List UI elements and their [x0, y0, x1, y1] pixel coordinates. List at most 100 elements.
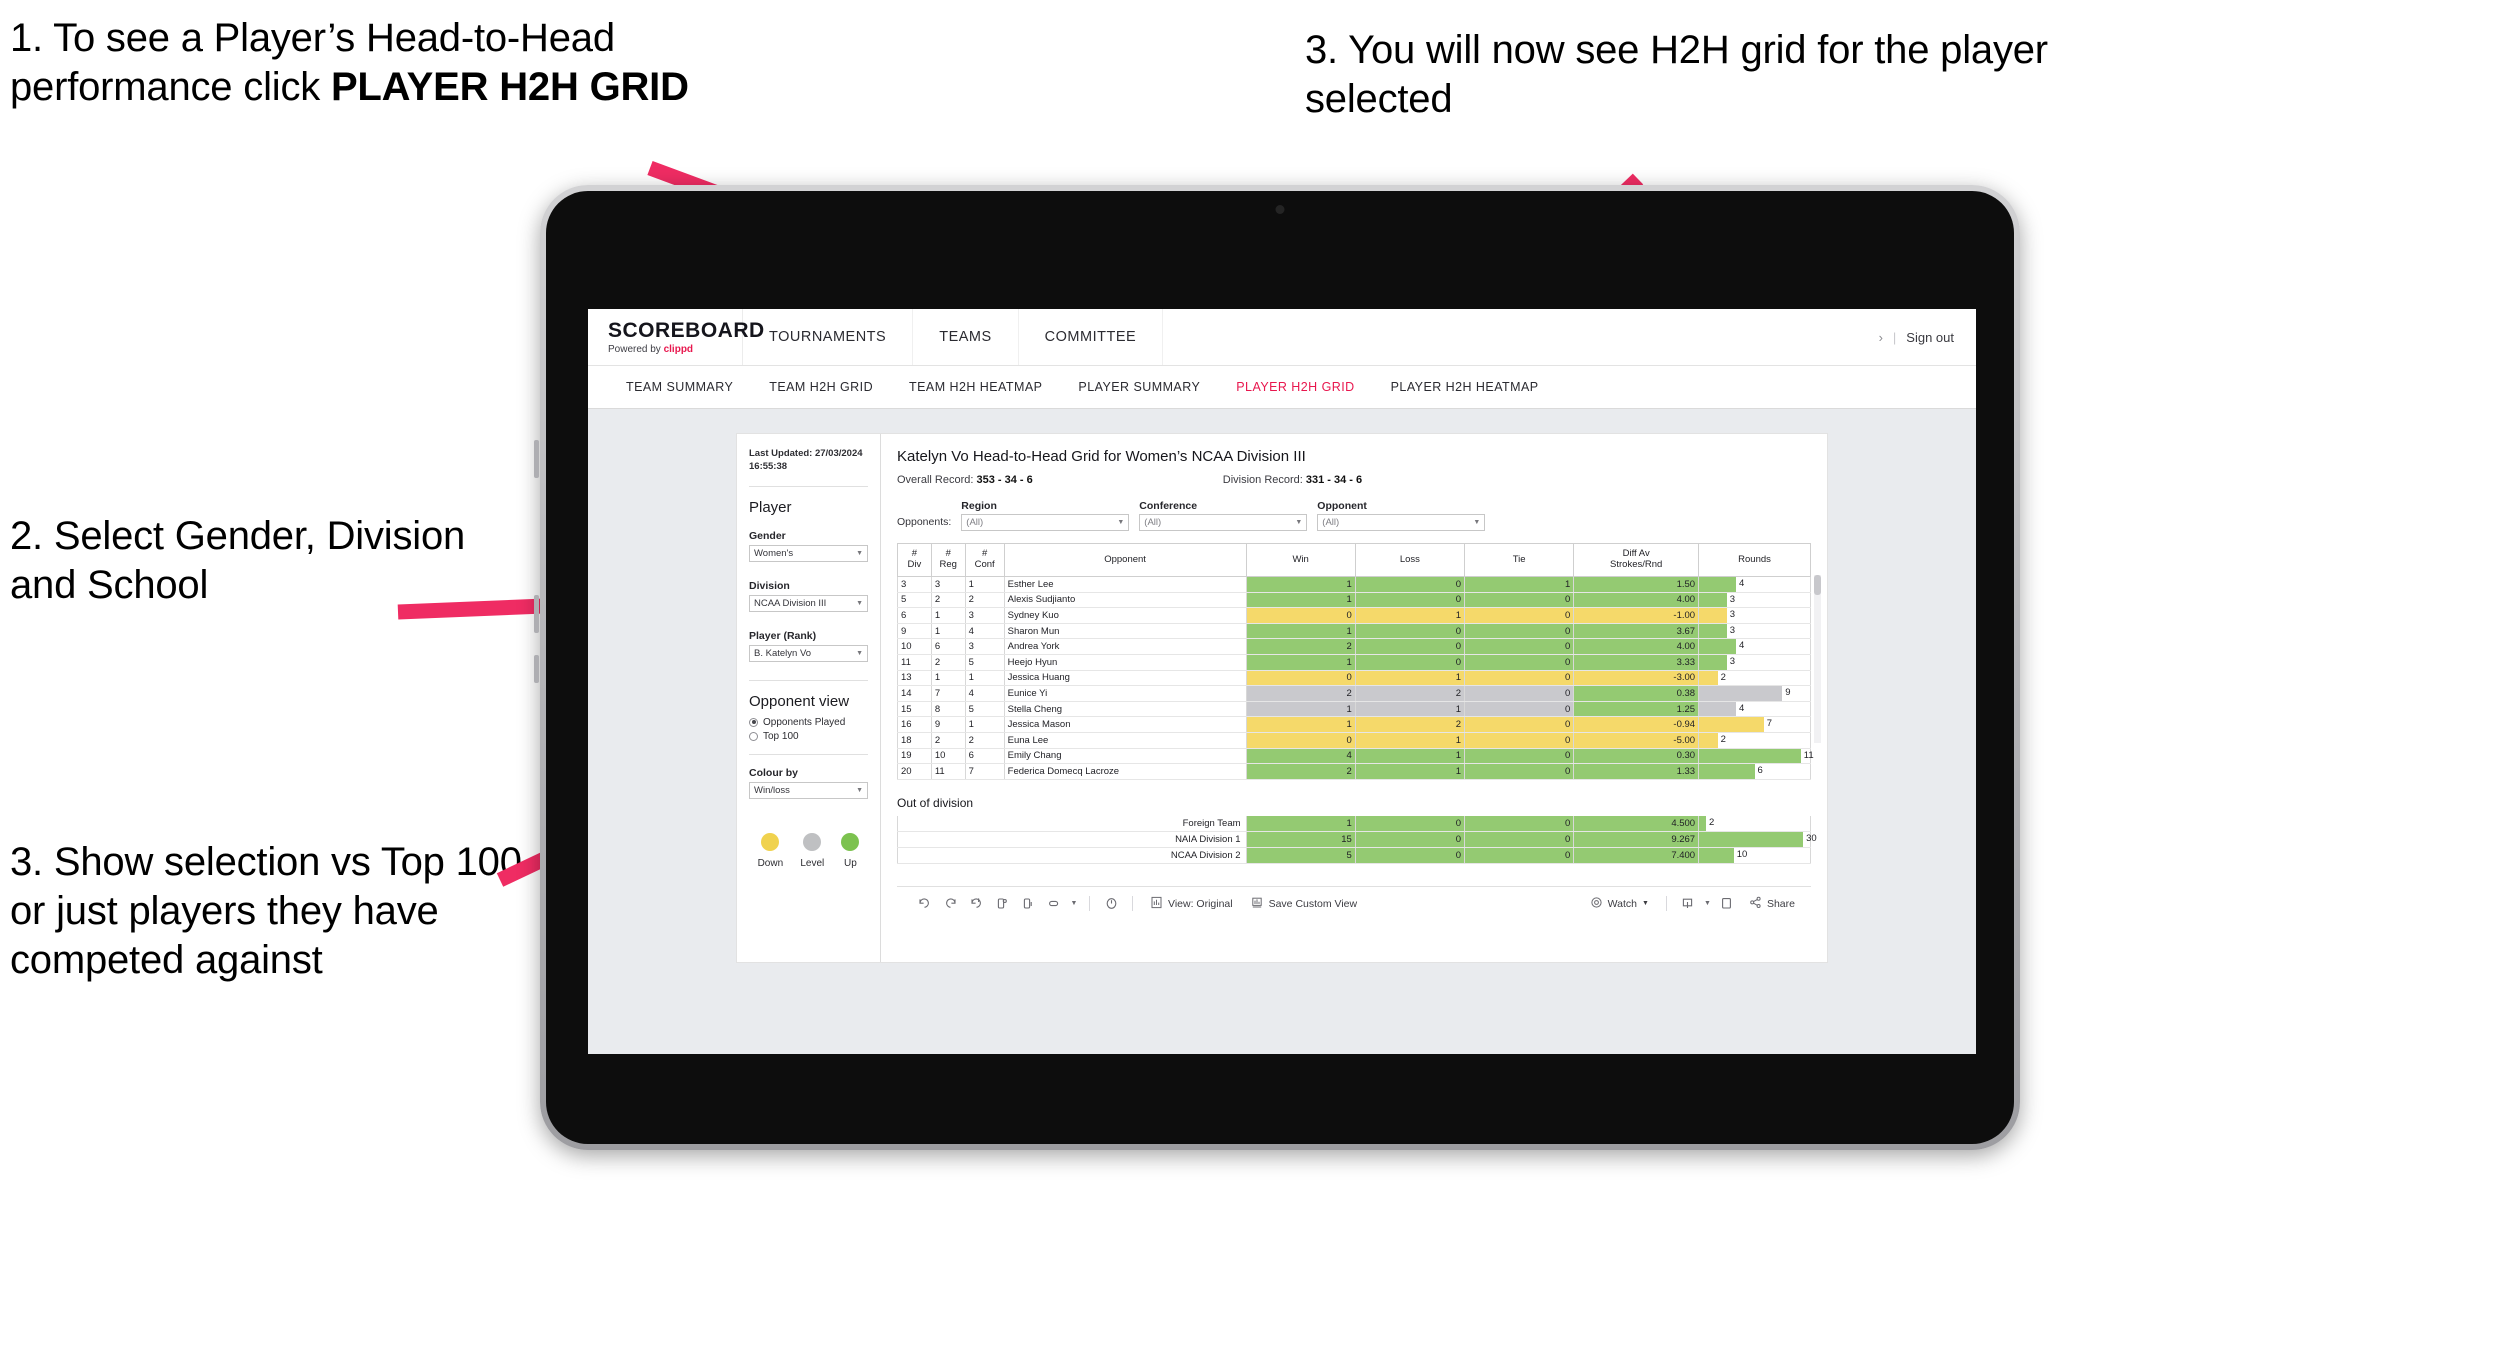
- share-button[interactable]: Share: [1740, 896, 1811, 912]
- cell-win: 1: [1245, 576, 1356, 593]
- conference-filter-label: Conference: [1139, 500, 1198, 512]
- out-of-division-body: Foreign Team 1 0 0 4.500 2 NAIA Division 1 15 0 0…: [897, 815, 1817, 864]
- player-rank-filter-select[interactable]: B. Katelyn Vo ▼: [749, 644, 868, 662]
- column-header-diff-av-strokes-rnd[interactable]: Diff Av Strokes/Rnd: [1573, 543, 1700, 577]
- rounds-value: 11: [1803, 749, 1814, 761]
- cell-conf: 1: [964, 576, 1005, 593]
- sign-out-link[interactable]: Sign out: [1906, 330, 1954, 345]
- column-header-div[interactable]: # Div: [897, 543, 932, 577]
- grid-scrollbar[interactable]: [1814, 575, 1821, 743]
- tab-player-h2h-heatmap[interactable]: PLAYER H2H HEATMAP: [1373, 366, 1557, 408]
- cell-div: 13: [897, 670, 932, 687]
- cell-loss: 0: [1354, 592, 1466, 609]
- view-original-button[interactable]: View: Original: [1141, 896, 1242, 912]
- legend-down: Down: [758, 832, 783, 869]
- column-header-loss[interactable]: Loss: [1354, 543, 1466, 577]
- table-row[interactable]: 20 11 7 Federica Domecq Lacroze 2 1 0 1.33 6: [897, 763, 1811, 780]
- download-icon[interactable]: [1675, 891, 1701, 917]
- table-row[interactable]: 19 10 6 Emily Chang 4 1 0 0.30 11: [897, 748, 1814, 765]
- out-of-division-row[interactable]: Foreign Team 1 0 0 4.500 2: [897, 815, 1811, 832]
- cell-rounds: 4: [1698, 576, 1811, 593]
- nav-item-committee[interactable]: COMMITTEE: [1019, 309, 1164, 365]
- column-header-rounds[interactable]: Rounds: [1698, 543, 1811, 577]
- undo-icon[interactable]: [911, 891, 937, 917]
- fullscreen-icon[interactable]: [1714, 891, 1740, 917]
- out-of-division-row[interactable]: NCAA Division 2 5 0 0 7.400 10: [897, 847, 1811, 864]
- cell-rounds: 3: [1698, 607, 1811, 624]
- column-header-conf[interactable]: # Conf: [964, 543, 1005, 577]
- refresh-icon[interactable]: [989, 891, 1015, 917]
- rounds-bar: [1699, 748, 1801, 764]
- cell-win: 1: [1245, 815, 1356, 832]
- tab-team-summary[interactable]: TEAM SUMMARY: [608, 366, 751, 408]
- tab-player-h2h-grid[interactable]: PLAYER H2H GRID: [1218, 366, 1372, 408]
- region-filter-select[interactable]: (All) ▼: [961, 514, 1130, 531]
- grid-scrollbar-thumb[interactable]: [1814, 575, 1821, 595]
- table-row[interactable]: 18 2 2 Euna Lee 0 1 0 -5.00 2: [897, 732, 1811, 749]
- redo-icon[interactable]: [937, 891, 963, 917]
- chevron-down-icon[interactable]: ▼: [1701, 891, 1714, 917]
- region-filter-value: (All): [966, 517, 984, 528]
- gender-filter-select[interactable]: Women's ▼: [749, 544, 868, 562]
- column-header-tie[interactable]: Tie: [1463, 543, 1575, 577]
- colour-legend: Down Level Up: [749, 832, 868, 869]
- tab-team-h2h-grid[interactable]: TEAM H2H GRID: [751, 366, 891, 408]
- table-row[interactable]: 14 7 4 Eunice Yi 2 2 0 0.38 9: [897, 685, 1811, 702]
- nav-item-tournaments[interactable]: TOURNAMENTS: [743, 309, 914, 365]
- colour-by-value: Win/loss: [754, 784, 790, 796]
- tableau-dashboard: Last Updated: 27/03/2024 16:55:38 Player…: [736, 433, 1828, 963]
- revert-icon[interactable]: [963, 891, 989, 917]
- tab-team-h2h-heatmap[interactable]: TEAM H2H HEATMAP: [891, 366, 1060, 408]
- chevron-down-icon: ▼: [1642, 900, 1649, 908]
- table-row[interactable]: 11 2 5 Heejo Hyun 1 0 0 3.33 3: [897, 654, 1811, 671]
- cell-reg: 8: [930, 701, 966, 718]
- table-row[interactable]: 5 2 2 Alexis Sudjianto 1 0 0 4.00 3: [897, 592, 1811, 609]
- cell-conf: 5: [964, 654, 1005, 671]
- conference-filter-select[interactable]: (All) ▼: [1139, 514, 1308, 531]
- column-header-reg[interactable]: # Reg: [930, 543, 966, 577]
- table-row[interactable]: 3 3 1 Esther Lee 1 0 1 1.50 4: [897, 576, 1811, 593]
- cell-diff: 4.00: [1573, 592, 1700, 609]
- cell-div: 16: [897, 716, 932, 733]
- legend-level: Level: [800, 832, 824, 869]
- volume-button-up: [534, 440, 539, 478]
- radio-top-100[interactable]: Top 100: [749, 731, 868, 742]
- cell-rounds: 3: [1698, 654, 1811, 671]
- table-row[interactable]: 13 1 1 Jessica Huang 0 1 0 -3.00 2: [897, 670, 1811, 687]
- cell-conf: 2: [964, 732, 1005, 749]
- swap-icon[interactable]: [1041, 891, 1067, 917]
- radio-opponents-played[interactable]: Opponents Played: [749, 717, 868, 728]
- clock-icon[interactable]: [1098, 891, 1124, 917]
- table-row[interactable]: 6 1 3 Sydney Kuo 0 1 0 -1.00 3: [897, 607, 1811, 624]
- watch-label: Watch: [1607, 897, 1638, 910]
- table-row[interactable]: 10 6 3 Andrea York 2 0 0 4.00 4: [897, 638, 1811, 655]
- scoreboard-logo[interactable]: SCOREBOARD Powered by clippd: [588, 309, 764, 365]
- out-of-division-row[interactable]: NAIA Division 1 15 0 0 9.267 30: [897, 831, 1817, 848]
- cell-div: 15: [897, 701, 932, 718]
- gender-filter-value: Women's: [754, 547, 794, 559]
- chevron-right-icon[interactable]: ›: [1879, 330, 1883, 345]
- tab-player-summary[interactable]: PLAYER SUMMARY: [1060, 366, 1218, 408]
- column-header-win[interactable]: Win: [1245, 543, 1356, 577]
- rounds-bar: [1699, 654, 1727, 670]
- watch-button[interactable]: Watch ▼: [1581, 896, 1658, 912]
- conference-filter: Conference (All) ▼: [1139, 500, 1308, 531]
- cell-reg: 1: [930, 623, 966, 640]
- table-row[interactable]: 16 9 1 Jessica Mason 1 2 0 -0.94 7: [897, 716, 1811, 733]
- table-row[interactable]: 15 8 5 Stella Cheng 1 1 0 1.25 4: [897, 701, 1811, 718]
- nav-item-teams[interactable]: TEAMS: [913, 309, 1019, 365]
- opponent-filter-select[interactable]: (All) ▼: [1317, 514, 1486, 531]
- pause-icon[interactable]: [1015, 891, 1041, 917]
- division-filter-select[interactable]: NCAA Division III ▼: [749, 594, 868, 612]
- app-header: SCOREBOARD Powered by clippd TOURNAMENTS…: [588, 309, 1976, 366]
- save-custom-view-button[interactable]: Save Custom View: [1242, 896, 1367, 912]
- view-original-label: View: Original: [1168, 897, 1233, 910]
- rounds-value: 4: [1739, 702, 1745, 714]
- rounds-value: 3: [1729, 655, 1736, 667]
- cell-tie: 0: [1463, 670, 1575, 687]
- colour-by-select[interactable]: Win/loss ▼: [749, 781, 868, 799]
- rounds-value: 2: [1720, 671, 1726, 683]
- chevron-down-icon[interactable]: ▼: [1067, 891, 1081, 917]
- table-row[interactable]: 9 1 4 Sharon Mun 1 0 0 3.67 3: [897, 623, 1811, 640]
- column-header-opponent[interactable]: Opponent: [1003, 543, 1247, 577]
